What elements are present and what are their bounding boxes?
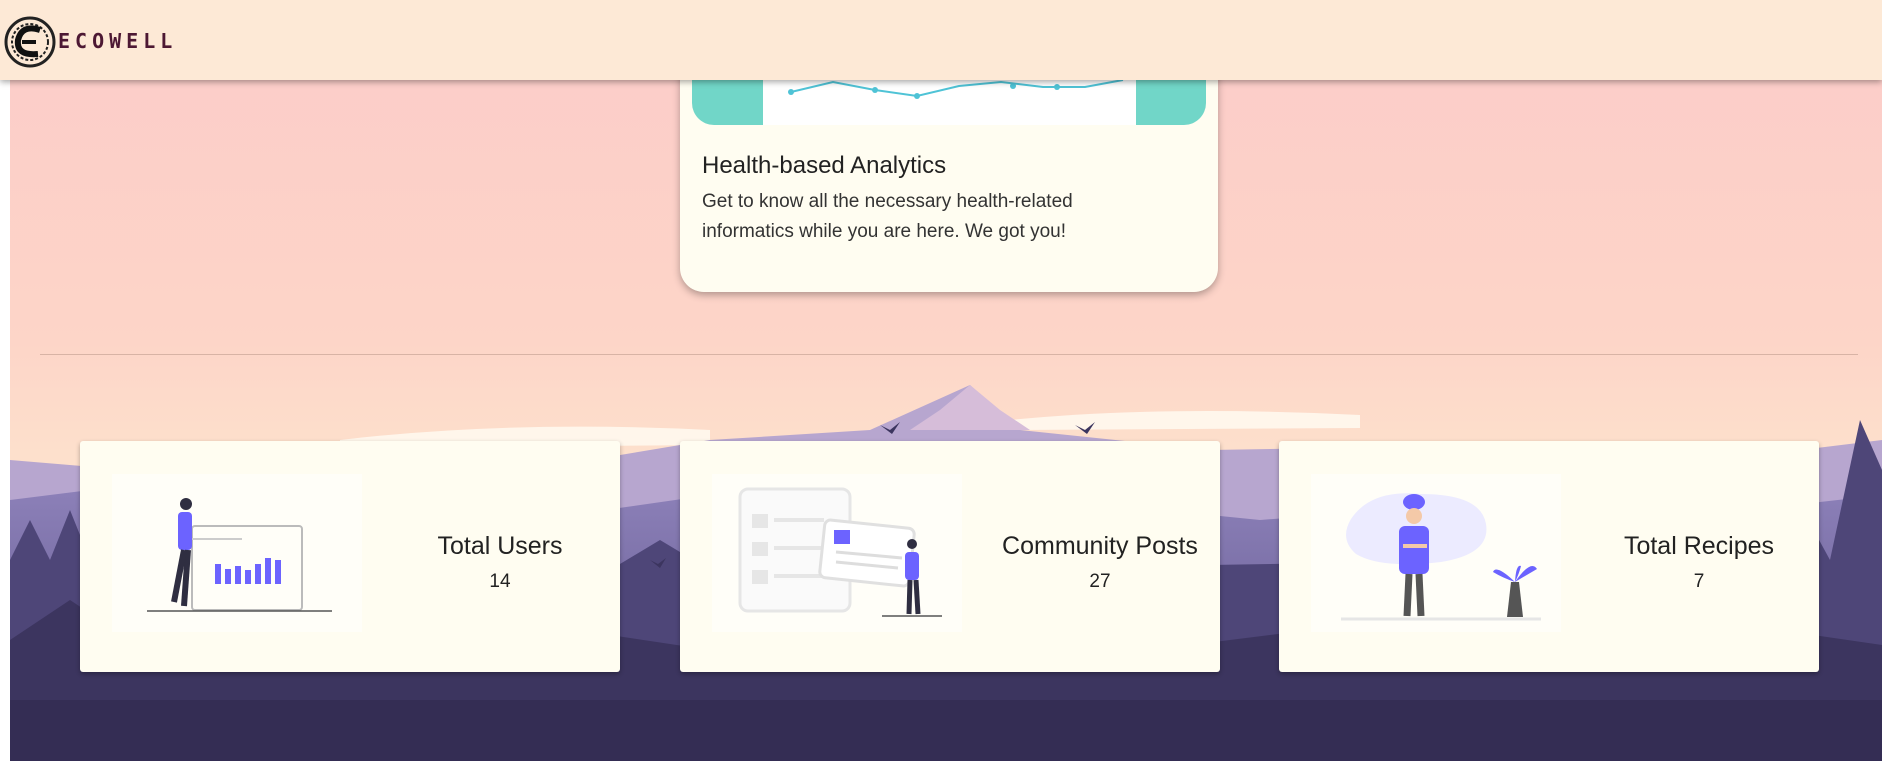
- stat-value: 7: [1693, 571, 1705, 592]
- stat-title: Total Users: [437, 532, 563, 560]
- stat-value: 14: [489, 571, 511, 592]
- users-illustration: [112, 474, 362, 632]
- stat-title: Total Recipes: [1623, 532, 1775, 560]
- ecowell-logo[interactable]: [4, 14, 56, 70]
- stat-card-total-users: Total Users 14: [80, 441, 620, 672]
- stat-card-total-recipes: Total Recipes 7: [1279, 441, 1819, 672]
- stat-title: Community Posts: [1002, 532, 1198, 560]
- stat-value: 27: [1089, 571, 1111, 592]
- posts-illustration: [712, 474, 962, 632]
- brand-name[interactable]: ECOWELL: [58, 29, 177, 53]
- chef-illustration: [1311, 474, 1561, 632]
- feature-description: Get to know all the necessary health-rel…: [702, 191, 1073, 242]
- stat-card-community-posts: Community Posts 27: [680, 441, 1220, 672]
- section-divider: [40, 354, 1858, 355]
- feature-title: Health-based Analytics: [702, 152, 947, 179]
- top-navbar: ECOWELL: [0, 0, 1882, 80]
